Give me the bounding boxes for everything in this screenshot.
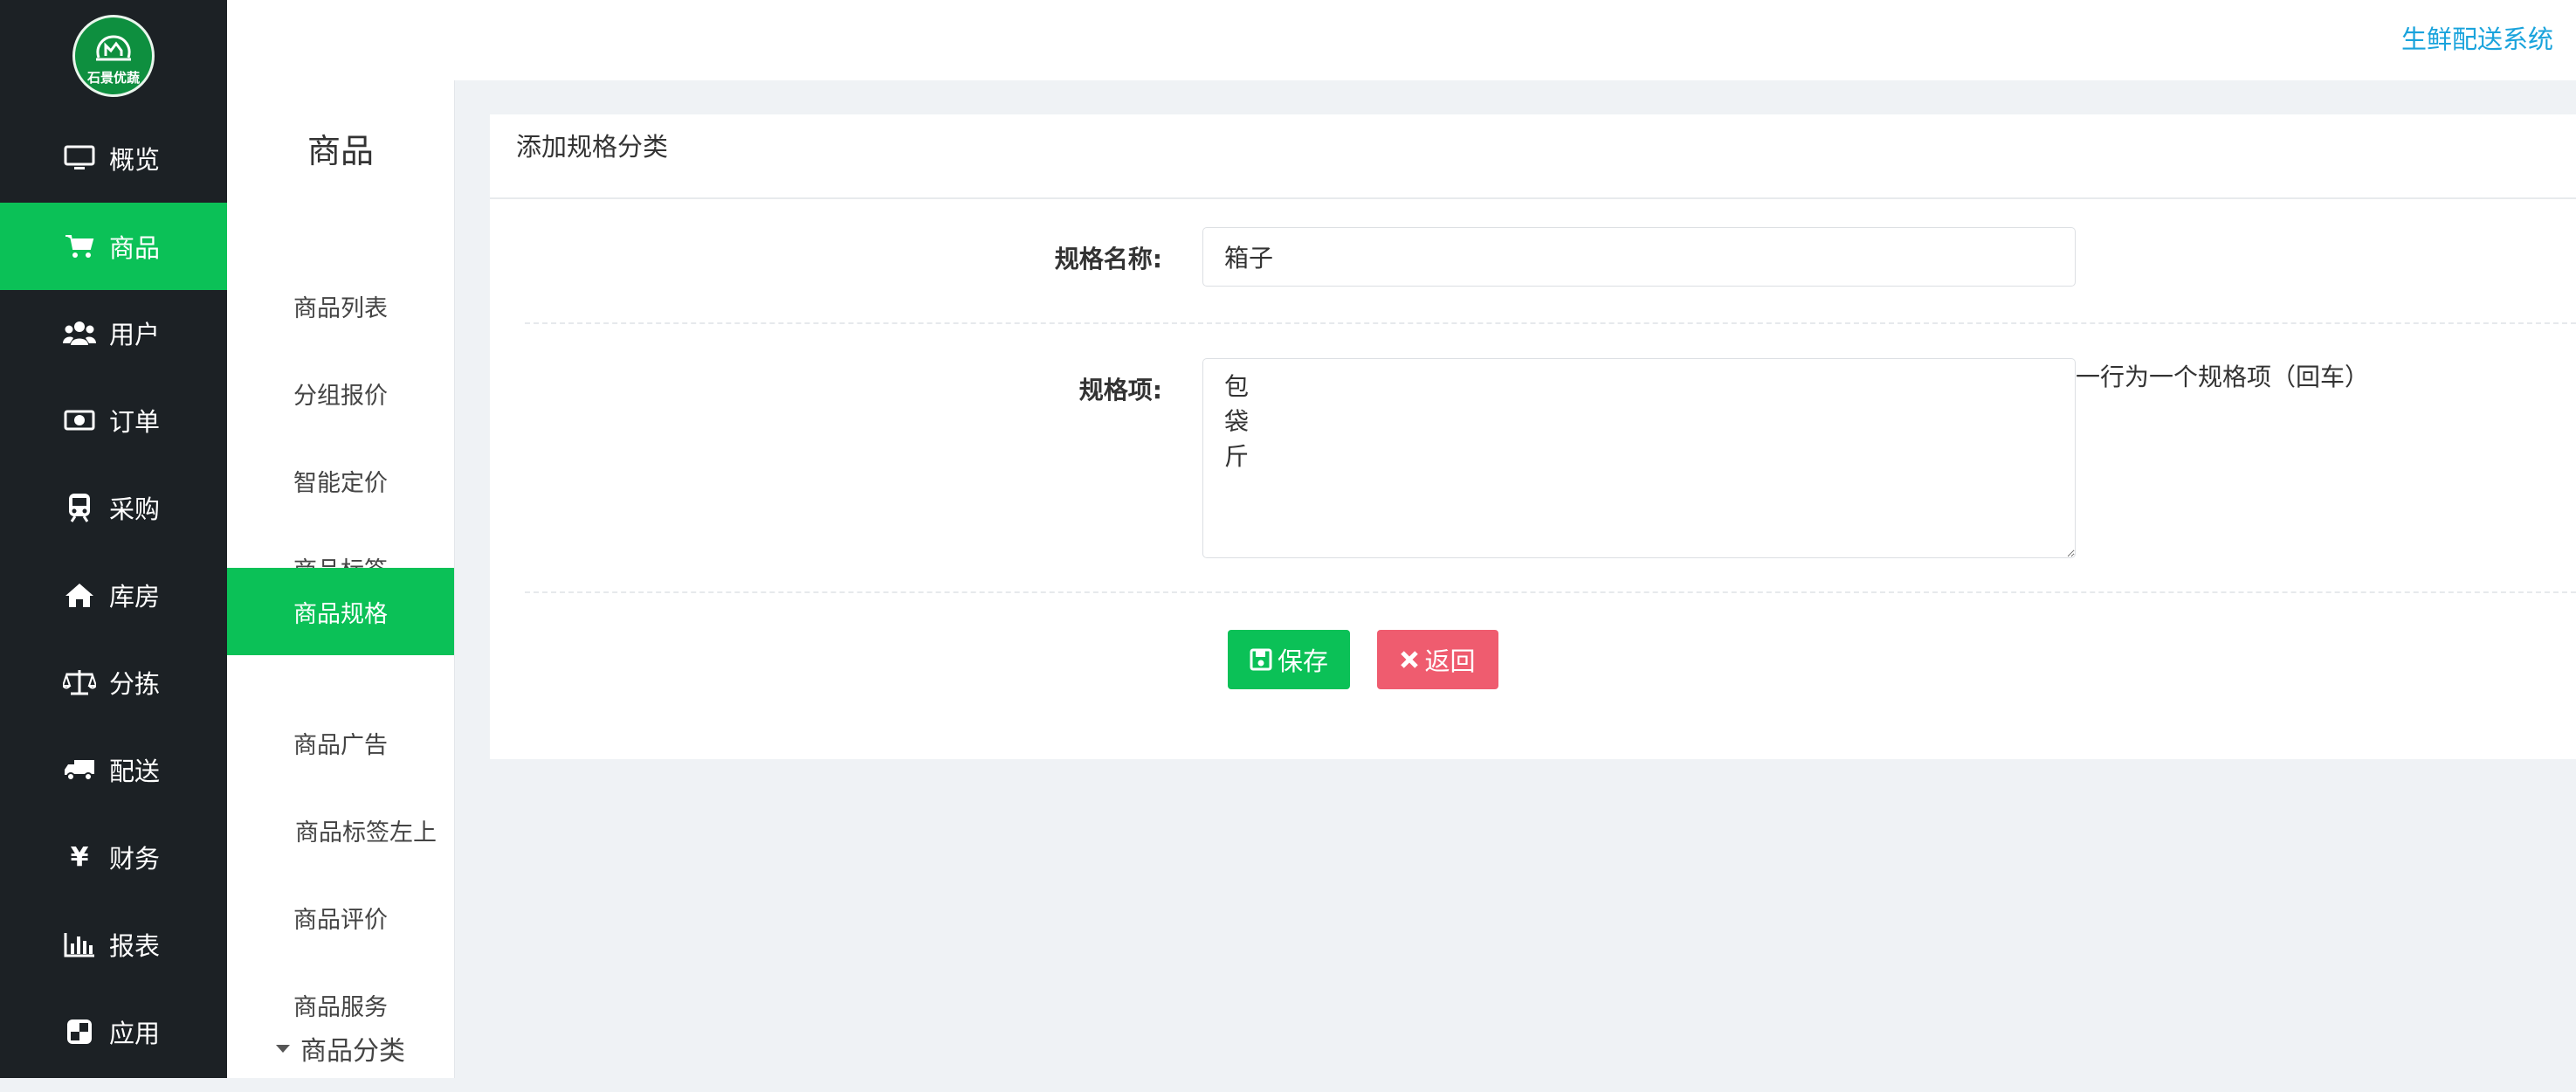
- money-icon: [63, 404, 96, 437]
- close-icon: [1400, 650, 1419, 669]
- home-icon: [63, 578, 96, 612]
- subnav-group-label: 商品分类: [300, 1036, 405, 1067]
- save-button[interactable]: 保存: [1228, 630, 1350, 689]
- subnav-title: 商品: [307, 132, 374, 170]
- nav-item-users[interactable]: 用户: [0, 289, 227, 377]
- nav-item-purchase[interactable]: 采购: [0, 464, 227, 551]
- top-bar: 生鲜配送系统: [227, 0, 2576, 80]
- nav-item-reports[interactable]: 报表: [0, 901, 227, 988]
- nav-item-label: 用户: [109, 320, 161, 349]
- subnav-item-goods-specs[interactable]: 商品规格: [227, 568, 454, 655]
- users-icon: [63, 316, 96, 349]
- nav-item-label: 订单: [109, 407, 161, 437]
- yen-icon: ¥: [70, 841, 89, 873]
- form-panel: 添加规格分类 规格名称: 规格项: 包 袋 斤 一行为一个规格项（回车） 保存 …: [490, 114, 2576, 759]
- row-divider: [525, 591, 2576, 593]
- nav-item-label: 报表: [109, 931, 161, 961]
- panel-header: 添加规格分类: [490, 114, 2576, 199]
- nav-item-label: 库房: [109, 582, 161, 612]
- brand-link[interactable]: 生鲜配送系统: [2401, 19, 2553, 56]
- row-divider: [525, 322, 2576, 324]
- logo-mark-icon: [96, 34, 131, 60]
- spec-name-label: 规格名称:: [1054, 245, 1162, 273]
- caret-down-icon: [276, 1044, 290, 1053]
- subnav-item-smart-pricing[interactable]: 智能定价: [227, 437, 454, 524]
- nav-item-overview[interactable]: 概览: [0, 114, 227, 202]
- monitor-icon: [63, 142, 96, 175]
- truck-icon: [63, 753, 96, 786]
- panel-title: 添加规格分类: [516, 132, 669, 162]
- subnav-item-tag-top-left[interactable]: 商品标签左上: [227, 786, 454, 874]
- subnav-item-goods-list[interactable]: 商品列表: [227, 262, 454, 349]
- secondary-sidebar: 商品 商品列表 分组报价 智能定价 商品标签 商品规格 商品广告 商品标签左上 …: [227, 80, 455, 1078]
- nav-item-label: 商品: [109, 233, 161, 263]
- cart-icon: [63, 230, 96, 263]
- bar-chart-icon: [63, 928, 96, 961]
- nav-item-apps[interactable]: 应用: [0, 988, 227, 1075]
- nav-item-sorting[interactable]: 分拣: [0, 639, 227, 726]
- nav-item-label: 财务: [109, 844, 161, 874]
- train-icon: [63, 491, 96, 524]
- subnav-item-goods-reviews[interactable]: 商品评价: [227, 874, 454, 961]
- subnav-item-group-pricing[interactable]: 分组报价: [227, 349, 454, 437]
- save-button-label: 保存: [1277, 646, 1328, 676]
- nav-item-label: 概览: [109, 145, 161, 175]
- subnav-item-goods-ads[interactable]: 商品广告: [227, 699, 454, 786]
- nav-item-label: 采购: [109, 494, 161, 524]
- nav-item-delivery[interactable]: 配送: [0, 726, 227, 813]
- subnav-group-categories[interactable]: 商品分类: [227, 1005, 454, 1092]
- spec-items-hint: 一行为一个规格项（回车）: [2076, 363, 2370, 391]
- main-sidebar: 石景优蔬 概览 商品 用户 订单 采购 库房 分拣 配送 ¥ 财务 报表 应用: [0, 0, 227, 1078]
- spec-name-input[interactable]: [1202, 227, 2076, 287]
- spec-items-label: 规格项:: [1078, 376, 1162, 404]
- apps-icon: [63, 1015, 96, 1048]
- logo-text: 石景优蔬: [86, 69, 140, 86]
- nav-item-orders[interactable]: 订单: [0, 377, 227, 464]
- logo[interactable]: 石景优蔬: [72, 15, 155, 97]
- spec-items-textarea[interactable]: 包 袋 斤: [1202, 358, 2076, 558]
- nav-item-label: 应用: [109, 1019, 161, 1048]
- nav-item-warehouse[interactable]: 库房: [0, 551, 227, 639]
- nav-item-goods[interactable]: 商品: [0, 203, 227, 290]
- nav-item-label: 配送: [109, 757, 161, 786]
- balance-scale-icon: [63, 666, 96, 699]
- save-icon: [1250, 648, 1272, 671]
- back-button[interactable]: 返回: [1377, 630, 1498, 689]
- back-button-label: 返回: [1424, 646, 1476, 676]
- nav-item-label: 分拣: [109, 669, 161, 699]
- nav-item-finance[interactable]: ¥ 财务: [0, 813, 227, 901]
